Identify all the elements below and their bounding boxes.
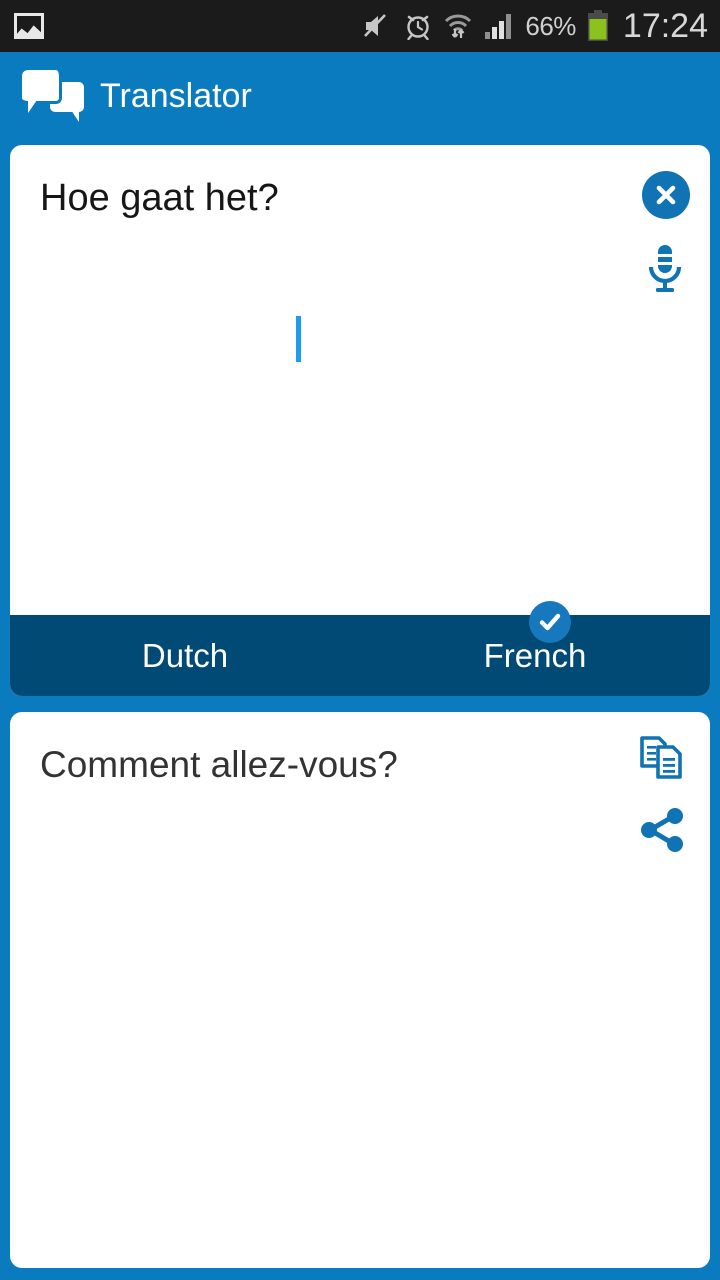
source-language-button[interactable]: Dutch [10, 637, 360, 675]
target-panel: Comment allez-vous? [10, 712, 710, 1268]
speech-bubbles-icon [22, 70, 84, 122]
target-language-button[interactable]: French [360, 637, 710, 675]
text-cursor [296, 316, 301, 362]
status-bar: 66% 17:24 [0, 0, 720, 52]
source-panel: Hoe gaat het? Dutch French [10, 145, 710, 696]
signal-bars-icon [485, 14, 512, 39]
close-icon [656, 185, 676, 205]
language-selector-bar: Dutch French [10, 615, 710, 696]
check-icon [539, 613, 561, 631]
translated-text-value: Comment allez-vous? [40, 744, 398, 785]
mute-icon [364, 14, 387, 37]
voice-input-button[interactable] [642, 243, 688, 295]
wifi-transfer-icon [445, 14, 472, 38]
app-title: Translator [100, 76, 252, 115]
copy-icon [640, 736, 682, 779]
source-text-input[interactable]: Hoe gaat het? [10, 145, 710, 615]
app-bar: Translator [0, 52, 720, 140]
gallery-icon [14, 13, 44, 39]
copy-button[interactable] [638, 734, 690, 782]
status-bar-left [0, 13, 44, 39]
source-text-value: Hoe gaat het? [40, 177, 279, 219]
selected-language-badge[interactable] [529, 601, 571, 643]
share-button[interactable] [638, 806, 688, 854]
share-icon [641, 808, 683, 852]
status-bar-clock: 17:24 [622, 6, 708, 45]
microphone-icon [648, 245, 682, 292]
clear-text-button[interactable] [642, 171, 690, 219]
battery-icon [587, 10, 608, 41]
battery-percent-label: 66% [525, 10, 576, 41]
status-bar-right: 66% 17:24 [363, 7, 720, 46]
alarm-clock-icon [407, 15, 430, 40]
